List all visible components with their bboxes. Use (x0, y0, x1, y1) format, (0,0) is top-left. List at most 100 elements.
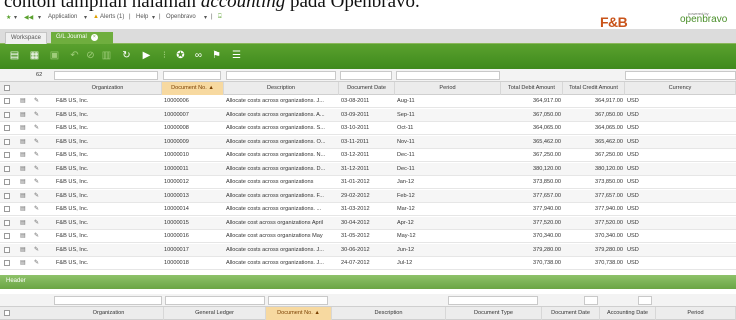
open-form-icon[interactable]: ▤ (20, 95, 26, 108)
edit-icon[interactable]: ✎ (34, 163, 39, 176)
filter2-document-date[interactable] (584, 296, 598, 305)
row-checkbox[interactable] (4, 98, 10, 104)
header-section-bar[interactable]: Header (0, 275, 736, 289)
open-form-icon[interactable]: ▤ (20, 190, 26, 203)
open-form-icon[interactable]: ▤ (20, 203, 26, 216)
col-document-date[interactable]: Document Date (339, 82, 395, 95)
filter-organization[interactable] (54, 71, 158, 80)
edit-icon[interactable]: ✎ (34, 217, 39, 230)
row-checkbox[interactable] (4, 111, 10, 118)
col2-description[interactable]: Description (332, 307, 446, 320)
open-form-icon[interactable]: ▤ (20, 163, 26, 176)
save-icon[interactable]: ▣ (48, 49, 61, 63)
link-icon[interactable]: ∞ (192, 49, 205, 63)
filter-document-no[interactable] (163, 71, 221, 80)
application-menu[interactable]: Application (48, 14, 77, 20)
help-dropdown-icon[interactable]: ▾ (152, 14, 155, 21)
filter-currency[interactable] (625, 71, 736, 80)
edit-icon[interactable]: ✎ (34, 176, 39, 189)
cancel-icon[interactable]: ⊘ (84, 49, 97, 63)
tab-workspace[interactable]: Workspace (5, 32, 47, 44)
table-row[interactable]: ▤ ✎ F&B US, Inc. 10000013 Allocate costs acr… (0, 189, 736, 203)
col2-period[interactable]: Period (656, 307, 736, 320)
row-checkbox[interactable] (4, 179, 10, 185)
logout-icon[interactable]: ⍈ (218, 14, 222, 21)
favorites-dropdown-icon[interactable]: ▾ (14, 14, 17, 21)
refresh-icon[interactable]: ↻ (120, 49, 133, 63)
user-dropdown-icon[interactable]: ▾ (204, 14, 207, 21)
header-select-all-checkbox[interactable] (4, 310, 10, 316)
col-period[interactable]: Period (395, 82, 501, 95)
row-checkbox[interactable] (4, 246, 10, 253)
col-total-debit[interactable]: Total Debit Amount (501, 82, 563, 95)
row-checkbox[interactable] (4, 233, 10, 239)
col-document-no[interactable]: Document No. ▲ (162, 82, 224, 95)
row-checkbox[interactable] (4, 152, 10, 158)
user-menu[interactable]: Openbravo (166, 14, 196, 20)
filter2-document-no[interactable] (268, 296, 328, 305)
open-form-icon[interactable]: ▤ (20, 257, 26, 270)
alerts-link[interactable]: Alerts (1) (100, 14, 124, 20)
filter-period[interactable] (396, 71, 500, 80)
undo-icon[interactable]: ↶ (68, 49, 81, 63)
row-checkbox[interactable] (4, 219, 10, 226)
row-checkbox[interactable] (4, 138, 10, 145)
col2-accounting-date[interactable]: Accounting Date (600, 307, 656, 320)
row-checkbox[interactable] (4, 192, 10, 199)
table-row[interactable]: ▤ ✎ F&B US, Inc. 10000012 Allocate costs acr… (0, 176, 736, 189)
col-description[interactable]: Description (224, 82, 339, 95)
table-row[interactable]: ▤ ✎ F&B US, Inc. 10000010 Allocate costs acr… (0, 149, 736, 162)
edit-icon[interactable]: ✎ (34, 257, 39, 270)
filter-document-date[interactable] (340, 71, 392, 80)
filter-description[interactable] (226, 71, 336, 80)
new-document-icon[interactable]: ▤ (8, 49, 21, 63)
filter2-document-type[interactable] (448, 296, 538, 305)
table-row[interactable]: ▤ ✎ F&B US, Inc. 10000014 Allocate costs acr… (0, 203, 736, 216)
open-form-icon[interactable]: ▤ (20, 109, 26, 122)
recent-icon[interactable]: ◀◀ (24, 14, 33, 21)
table-row[interactable]: ▤ ✎ F&B US, Inc. 10000009 Allocate costs acr… (0, 135, 736, 149)
col2-document-type[interactable]: Document Type (446, 307, 542, 320)
col-organization[interactable]: Organization (54, 82, 162, 95)
col2-organization[interactable]: Organization (54, 307, 164, 320)
edit-icon[interactable]: ✎ (34, 190, 39, 203)
table-row[interactable]: ▤ ✎ F&B US, Inc. 10000011 Allocate costs acr… (0, 162, 736, 176)
tab-gl-journal[interactable]: G/L Journal × (51, 32, 113, 44)
help-menu[interactable]: Help (136, 14, 148, 20)
table-row[interactable]: ▤ ✎ F&B US, Inc. 10000018 Allocate costs acr… (0, 257, 736, 270)
open-form-icon[interactable]: ▤ (20, 149, 26, 162)
table-row[interactable]: ▤ ✎ F&B US, Inc. 10000015 Allocate cost acro… (0, 216, 736, 230)
col2-document-no[interactable]: Document No. ▲ (266, 307, 332, 320)
list-icon[interactable]: ☰ (230, 49, 243, 63)
application-dropdown-icon[interactable]: ▾ (84, 14, 87, 21)
table-row[interactable]: ▤ ✎ F&B US, Inc. 10000008 Allocate costs acr… (0, 122, 736, 135)
col2-general-ledger[interactable]: General Ledger (164, 307, 266, 320)
favorites-star-icon[interactable]: ★ (6, 14, 11, 21)
col-currency[interactable]: Currency (625, 82, 736, 95)
close-tab-icon[interactable]: × (90, 34, 98, 41)
delete-icon[interactable]: ▥ (100, 49, 113, 63)
edit-icon[interactable]: ✎ (34, 95, 39, 108)
open-form-icon[interactable]: ▤ (20, 176, 26, 189)
row-checkbox[interactable] (4, 206, 10, 212)
process-icon[interactable]: ⚑ (210, 49, 223, 63)
open-form-icon[interactable]: ▤ (20, 122, 26, 135)
edit-icon[interactable]: ✎ (34, 122, 39, 135)
attach-icon[interactable]: ⁝ (158, 49, 171, 63)
filter2-organization[interactable] (54, 296, 162, 305)
edit-icon[interactable]: ✎ (34, 149, 39, 162)
row-checkbox[interactable] (4, 125, 10, 131)
edit-icon[interactable]: ✎ (34, 136, 39, 149)
table-row[interactable]: ▤ ✎ F&B US, Inc. 10000006 Allocate costs acr… (0, 95, 736, 108)
open-form-icon[interactable]: ▤ (20, 230, 26, 243)
col-total-credit[interactable]: Total Credit Amount (563, 82, 625, 95)
table-row[interactable]: ▤ ✎ F&B US, Inc. 10000016 Allocate cost acro… (0, 230, 736, 243)
recent-dropdown-icon[interactable]: ▾ (38, 14, 41, 21)
new-row-icon[interactable]: ▦ (28, 49, 41, 63)
edit-icon[interactable]: ✎ (34, 203, 39, 216)
row-checkbox[interactable] (4, 260, 10, 266)
filter2-general-ledger[interactable] (165, 296, 265, 305)
edit-icon[interactable]: ✎ (34, 244, 39, 257)
col2-document-date[interactable]: Document Date (542, 307, 600, 320)
row-checkbox[interactable] (4, 165, 10, 172)
